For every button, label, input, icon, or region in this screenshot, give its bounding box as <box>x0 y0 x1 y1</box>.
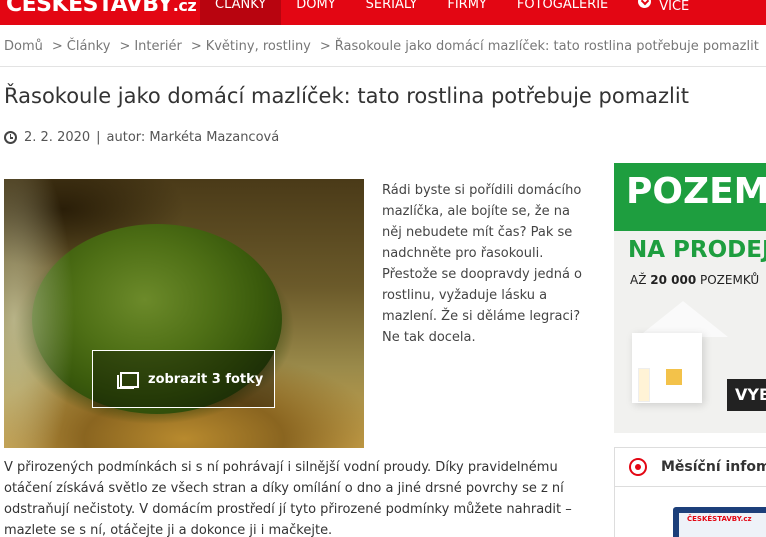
clock-icon <box>4 131 17 144</box>
breadcrumb: Domů > Články > Interiér > Květiny, rost… <box>4 39 766 54</box>
ad-detail-suffix: POZEMKŮ <box>696 273 760 287</box>
newsletter-thumbnail[interactable]: ČESKÉSTAVBY.cz <box>673 507 766 537</box>
nav-item-firmy[interactable]: FIRMY <box>432 0 502 25</box>
article-lead: Rádi byste si pořídili domácího mazlíčka… <box>382 183 582 345</box>
divider <box>0 66 766 67</box>
ad-subline: NA PRODEJ <box>628 237 766 263</box>
breadcrumb-item-current: Řasokoule jako domácí mazlíček: tato ros… <box>334 39 759 54</box>
article-body: V přirozených podmínkách si s ní pohráva… <box>4 460 572 537</box>
ad-detail-prefix: AŽ <box>630 273 651 287</box>
nav-item-label: FIRMY <box>447 0 487 12</box>
monthly-info-header[interactable]: Měsíční infom <box>614 447 766 487</box>
nav-item-label: FOTOGALERIE <box>516 0 609 12</box>
nav-item-clanky[interactable]: ČLÁNKY <box>200 0 282 25</box>
thumbnail-logo-text: ČESKÉSTAVBY.cz <box>687 515 752 523</box>
top-navigation-bar: ČESKÉSTAVBY.cz ČLÁNKY DOMY SERIÁLY FIRMY… <box>0 0 766 25</box>
house-window <box>666 369 682 385</box>
nav-item-domy[interactable]: DOMY <box>281 0 350 25</box>
nav-item-serialy[interactable]: SERIÁLY <box>351 0 433 25</box>
article-date: 2. 2. 2020 <box>24 130 91 145</box>
house-roof-shape <box>638 301 728 337</box>
breadcrumb-item-interier[interactable]: Interiér <box>134 39 181 54</box>
breadcrumb-separator: > <box>319 39 331 54</box>
breadcrumb-separator: > <box>190 39 202 54</box>
ad-detail: AŽ 20 000 POZEMKŮ <box>630 273 759 287</box>
article-author[interactable]: autor: Markéta Mazancová <box>107 130 280 145</box>
house-door <box>638 368 650 402</box>
breadcrumb-item-clanky[interactable]: Články <box>67 39 111 54</box>
monthly-info-label: Měsíční infom <box>661 459 766 475</box>
nav-item-label: VÍCE <box>659 0 690 14</box>
ad-detail-bold: 20 000 <box>650 273 697 287</box>
nav-item-vice[interactable]: VÍCE <box>623 0 704 25</box>
meta-separator: | <box>96 130 101 145</box>
breadcrumb-separator: > <box>51 39 63 54</box>
show-gallery-button[interactable]: zobrazit 3 fotky <box>92 350 275 408</box>
main-nav: ČLÁNKY DOMY SERIÁLY FIRMY FOTOGALERIE VÍ… <box>200 0 704 25</box>
ad-headline: POZEM <box>626 171 766 212</box>
site-logo[interactable]: ČESKÉSTAVBY.cz <box>6 0 197 17</box>
page-title: Řasokoule jako domácí mazlíček: tato ros… <box>4 84 689 108</box>
chevron-down-icon <box>638 0 652 8</box>
target-icon <box>629 458 647 476</box>
gallery-icon <box>117 371 139 389</box>
logo-text: ČESKÉSTAVBY <box>6 0 173 17</box>
nav-item-label: ČLÁNKY <box>215 0 267 12</box>
logo-tld: .cz <box>172 0 197 15</box>
monthly-info-body: ČESKÉSTAVBY.cz <box>614 487 766 537</box>
gallery-button-label: zobrazit 3 fotky <box>148 371 264 387</box>
breadcrumb-item-home[interactable]: Domů <box>4 39 43 54</box>
breadcrumb-separator: > <box>119 39 131 54</box>
nav-item-fotogalerie[interactable]: FOTOGALERIE <box>502 0 623 25</box>
breadcrumb-item-kvetiny[interactable]: Květiny, rostliny <box>206 39 311 54</box>
nav-item-label: DOMY <box>296 0 336 12</box>
nav-item-label: SERIÁLY <box>365 0 418 12</box>
ad-banner[interactable]: POZEM NA PRODEJ AŽ 20 000 POZEMKŮ VYB <box>614 163 766 433</box>
ad-cta-button[interactable]: VYB <box>727 379 766 411</box>
article-meta: 2. 2. 2020 | autor: Markéta Mazancová <box>4 130 279 145</box>
